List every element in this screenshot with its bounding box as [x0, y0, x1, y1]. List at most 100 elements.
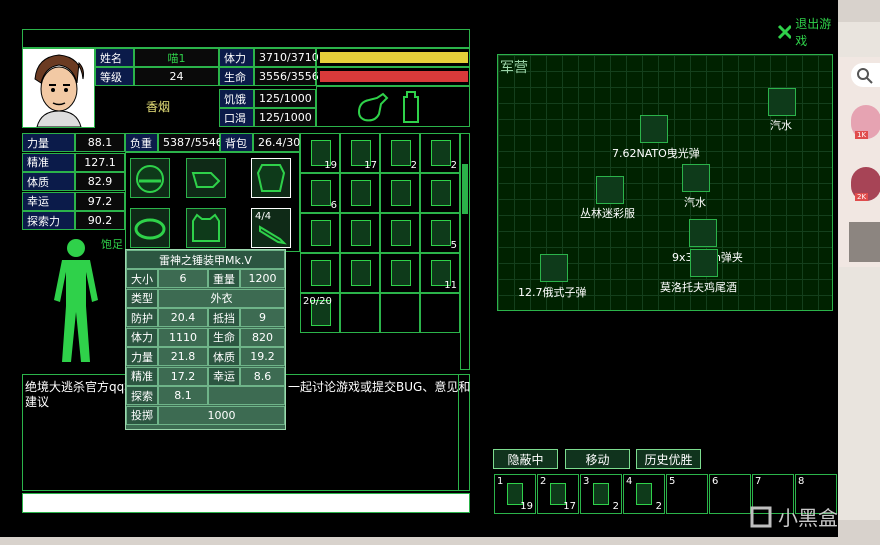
tooltip-cell: [208, 386, 285, 405]
tooltip-cell: 21.8: [158, 347, 208, 366]
attr-value: 88.1: [75, 133, 125, 152]
map-item-label[interactable]: 12.7俄式子弹: [518, 284, 587, 300]
item-quantity: 19: [324, 160, 337, 171]
map-item-label[interactable]: 汽水: [770, 117, 792, 133]
held-item: 香烟: [146, 100, 171, 114]
knife-icon: [259, 225, 287, 245]
hide-button[interactable]: 隐蔽中: [493, 449, 558, 469]
inventory-slot[interactable]: 2: [420, 133, 460, 173]
header-bar: [22, 29, 470, 48]
inventory-scrollbar[interactable]: [460, 133, 470, 370]
tooltip-cell: 精准: [126, 366, 158, 386]
item-icon: [351, 180, 371, 206]
attr-label: 精准: [22, 152, 75, 172]
life-value: 3556/3556: [254, 67, 319, 86]
equip-weapon[interactable]: 4/4: [251, 208, 291, 248]
search-icon[interactable]: [851, 63, 880, 87]
thirst-value: 125/1000: [254, 108, 316, 127]
exit-button[interactable]: 退出游戏: [777, 17, 838, 48]
item-icon: [311, 260, 331, 286]
tooltip-cell: 19.2: [240, 347, 285, 366]
slot-number: 4: [626, 476, 633, 487]
tooltip-cell: 820: [240, 327, 285, 347]
history-button[interactable]: 历史优胜: [636, 449, 701, 469]
map-item-label[interactable]: 丛林迷彩服: [580, 205, 635, 221]
tooltip-cell: 6: [158, 269, 208, 288]
tooltip-cell: 1110: [158, 327, 208, 347]
inventory-slot[interactable]: [420, 293, 460, 333]
inventory-slot[interactable]: [420, 173, 460, 213]
item-icon: [391, 260, 411, 286]
tooltip-cell: 大小: [126, 269, 158, 288]
equip-armor[interactable]: [251, 158, 291, 198]
equip-count: 4/4: [255, 211, 272, 222]
inventory-slot[interactable]: 20/20: [300, 293, 340, 333]
level-value: 24: [134, 67, 219, 86]
map-item-label[interactable]: 7.62NATO曳光弹: [612, 145, 700, 161]
vest-icon: [192, 213, 220, 242]
equip-belt[interactable]: [130, 208, 170, 248]
map-item-icon[interactable]: [596, 176, 624, 204]
inventory-slot[interactable]: [300, 213, 340, 253]
item-icon: [351, 260, 371, 286]
belt-icon: [134, 218, 166, 240]
slot-quantity: 2: [655, 501, 662, 512]
item-quantity: 2: [410, 160, 417, 171]
quickbar-slot[interactable]: 2 17: [537, 474, 579, 514]
inventory-slot[interactable]: [340, 253, 380, 293]
inventory-slot[interactable]: 17: [340, 133, 380, 173]
slot-quantity: 17: [563, 501, 576, 512]
equip-helmet[interactable]: [130, 158, 170, 198]
thumbnail[interactable]: [849, 222, 880, 262]
tooltip-cell: 探索: [126, 386, 158, 405]
equip-gloves[interactable]: [186, 158, 226, 198]
move-button[interactable]: 移动: [565, 449, 630, 469]
avatar[interactable]: 2K: [851, 167, 880, 201]
inventory-slot[interactable]: 2: [380, 133, 420, 173]
inventory-slot[interactable]: 5: [420, 213, 460, 253]
inventory-slot[interactable]: [380, 293, 420, 333]
character-name: 喵1: [134, 48, 219, 67]
inventory-slot[interactable]: [380, 253, 420, 293]
chat-input[interactable]: [22, 493, 470, 513]
tooltip-cell: 1000: [158, 405, 285, 425]
inventory-slot[interactable]: 11: [420, 253, 460, 293]
inventory-slot[interactable]: 6: [300, 173, 340, 213]
item-quantity: 17: [364, 160, 377, 171]
inventory-slot[interactable]: 19: [300, 133, 340, 173]
inventory-slot[interactable]: [340, 213, 380, 253]
item-icon: [431, 220, 451, 246]
avatar-badge: 2K: [855, 193, 869, 201]
slot-number: 8: [798, 476, 805, 487]
chat-scrollbar[interactable]: [458, 375, 469, 490]
inventory-slot[interactable]: [300, 253, 340, 293]
map-item-icon[interactable]: [689, 219, 717, 247]
inventory-slot[interactable]: [380, 173, 420, 213]
avatar[interactable]: 1K: [851, 105, 880, 139]
map-item-label[interactable]: 莫洛托夫鸡尾酒: [660, 279, 737, 295]
map-item-icon[interactable]: [690, 249, 718, 277]
tooltip-cell: 17.2: [158, 366, 208, 386]
slot-number: 5: [669, 476, 676, 487]
quickbar-slot[interactable]: 6: [709, 474, 751, 514]
inventory-slot[interactable]: [380, 213, 420, 253]
map-item-icon[interactable]: [540, 254, 568, 282]
map-item-icon[interactable]: [640, 115, 668, 143]
inventory-slot[interactable]: [340, 173, 380, 213]
tooltip-cell: 8.1: [158, 386, 208, 405]
slot-number: 6: [712, 476, 719, 487]
exit-label: 退出游戏: [795, 17, 832, 48]
quickbar-slot[interactable]: 42: [623, 474, 665, 514]
quickbar-slot[interactable]: 1 19: [494, 474, 536, 514]
life-bar: [316, 67, 470, 86]
map-item-icon[interactable]: [768, 88, 796, 116]
quickbar-slot[interactable]: 32: [580, 474, 622, 514]
life-label: 生命: [219, 67, 254, 86]
map-item-label[interactable]: 汽水: [684, 194, 706, 210]
attr-value: 82.9: [75, 172, 125, 191]
equip-vest[interactable]: [186, 208, 226, 248]
close-icon: [777, 24, 792, 40]
inventory-slot[interactable]: [340, 293, 380, 333]
quickbar-slot[interactable]: 5: [666, 474, 708, 514]
map-item-icon[interactable]: [682, 164, 710, 192]
